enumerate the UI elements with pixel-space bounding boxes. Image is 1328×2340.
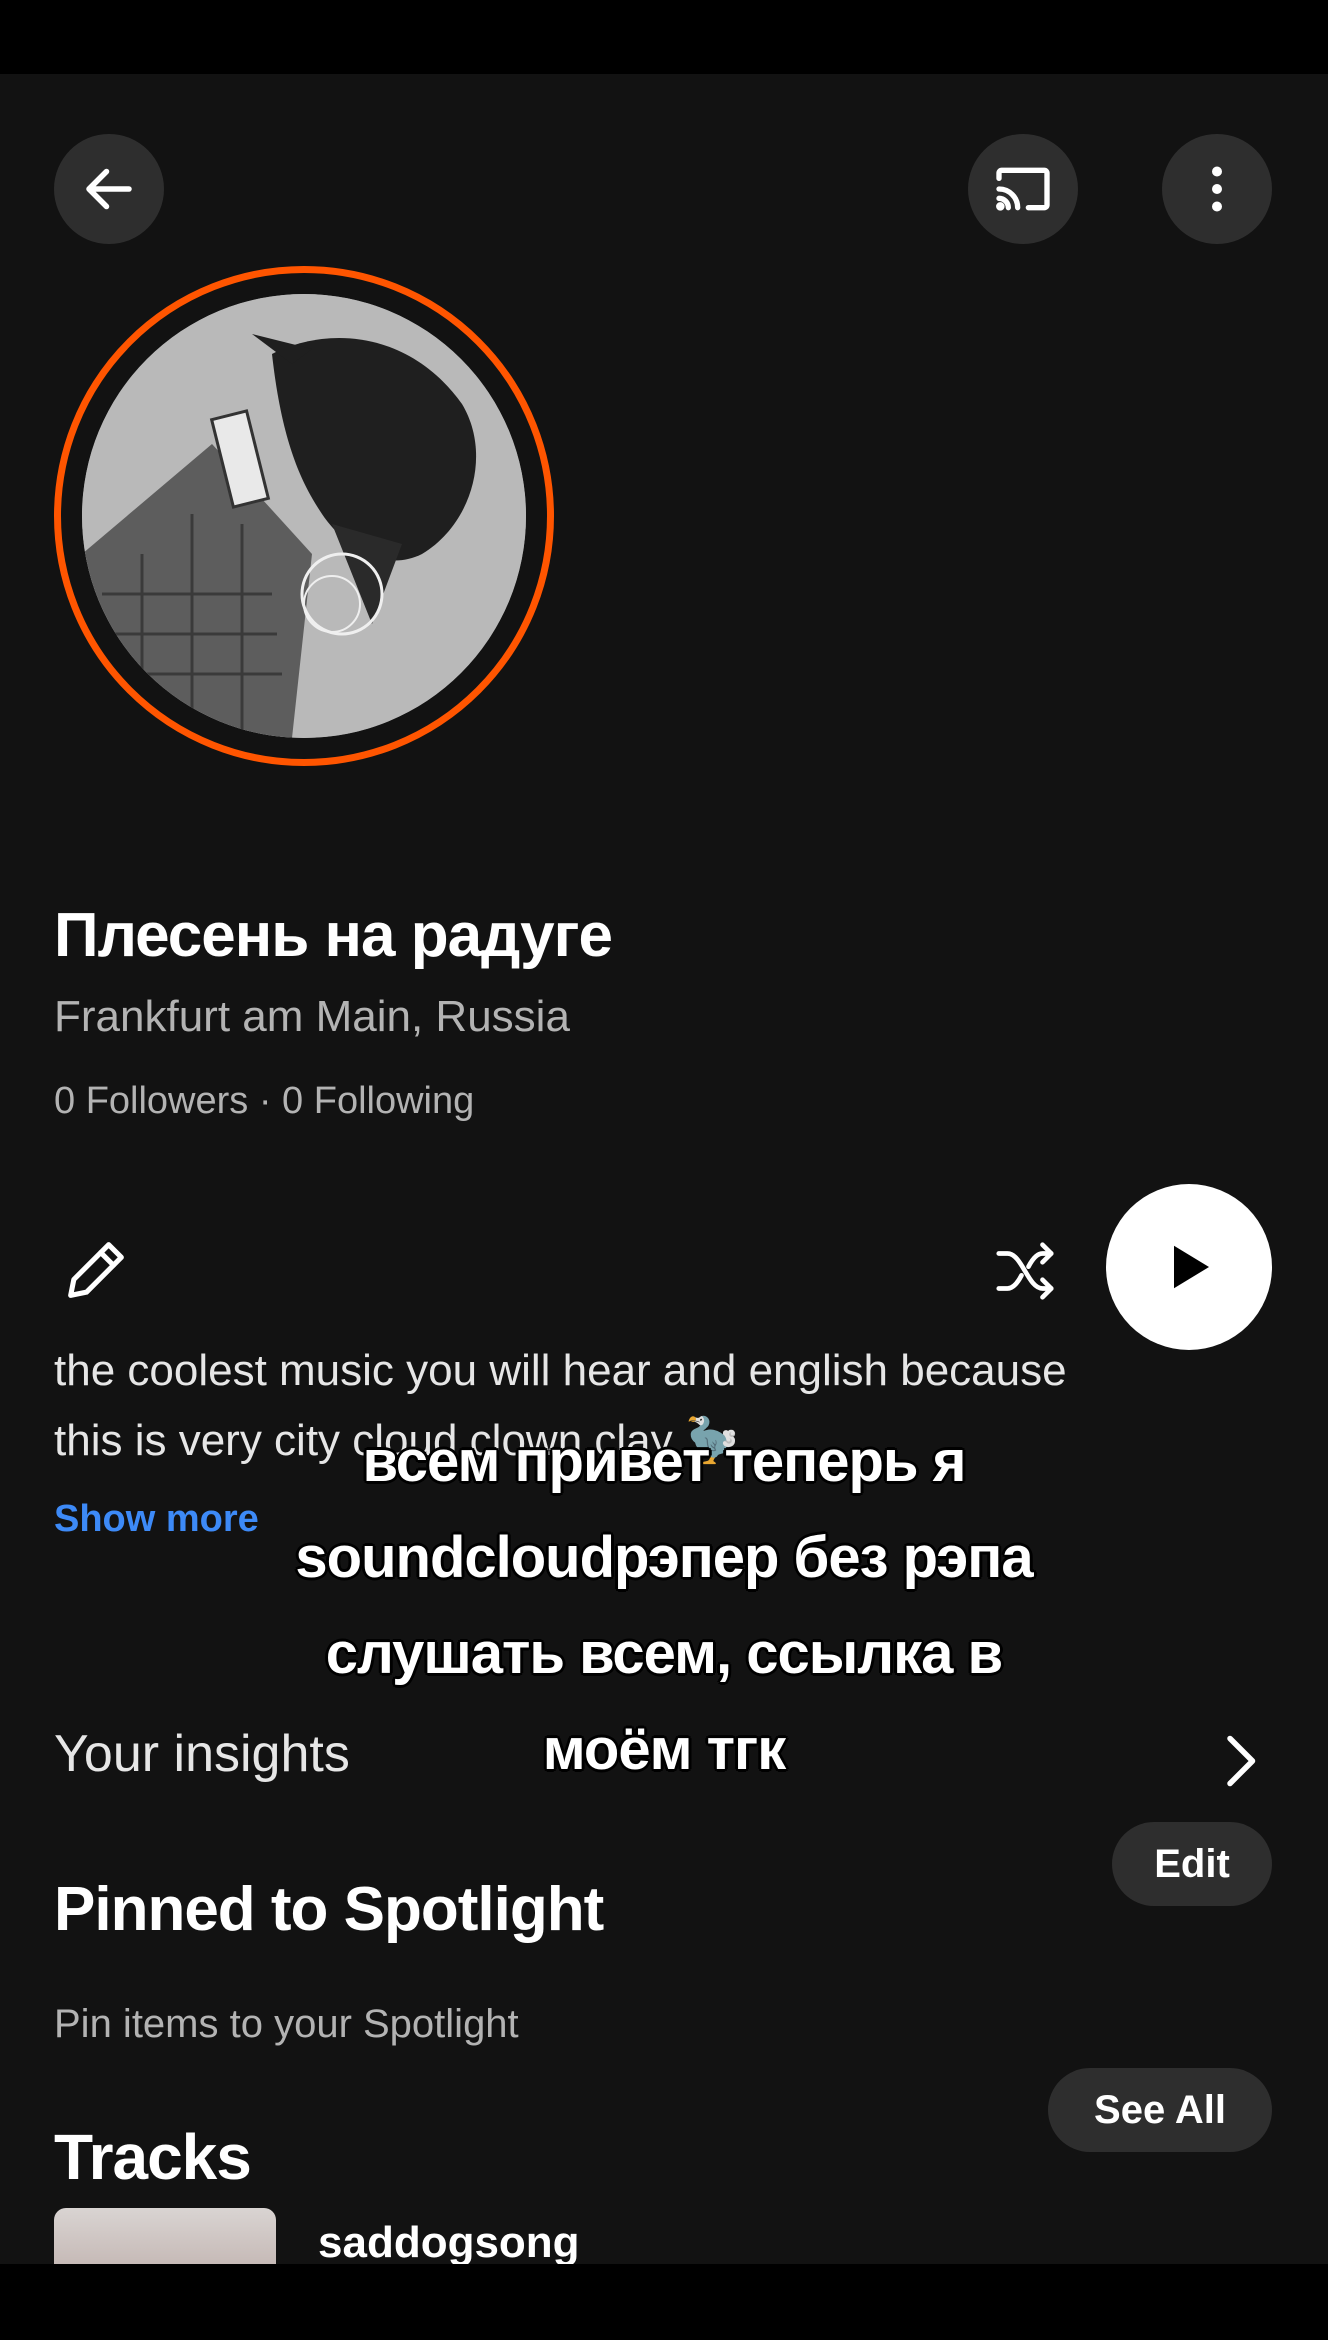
caption-line: всем привет теперь я: [362, 1429, 967, 1494]
caption-line: моём тгк: [542, 1717, 786, 1782]
avatar-image: [82, 294, 526, 738]
arrow-left-icon: [86, 168, 132, 210]
follow-stats[interactable]: 0 Followers · 0 Following: [54, 1080, 474, 1123]
spotlight-edit-button[interactable]: Edit: [1112, 1822, 1272, 1906]
bio-line: the coolest music you will hear and engl…: [54, 1346, 1067, 1395]
more-options-button[interactable]: [1162, 134, 1272, 244]
profile-name: Плесень на радуге: [54, 901, 613, 970]
profile-location: Frankfurt am Main, Russia: [54, 992, 570, 1041]
profile-screen: Плесень на радуге Frankfurt am Main, Rus…: [0, 74, 1328, 2264]
play-button[interactable]: [1106, 1184, 1272, 1350]
spotlight-title: Pinned to Spotlight: [54, 1875, 604, 1944]
avatar[interactable]: [54, 266, 554, 766]
video-caption-overlay: всем привет теперь я soundcloudрэпер без…: [164, 1414, 1164, 1798]
more-vertical-icon: [1212, 166, 1222, 212]
spotlight-subtitle: Pin items to your Spotlight: [54, 2002, 519, 2046]
caption-line: soundcloudрэпер без рэпа: [295, 1525, 1033, 1590]
track-artwork[interactable]: [54, 2208, 276, 2264]
cast-button[interactable]: [968, 134, 1078, 244]
back-button[interactable]: [54, 134, 164, 244]
see-all-tracks-button[interactable]: See All: [1048, 2068, 1272, 2152]
tracks-title: Tracks: [54, 2121, 252, 2193]
play-icon: [1174, 1245, 1209, 1289]
cast-icon: [996, 167, 1050, 211]
shuffle-button[interactable]: [990, 1236, 1060, 1306]
caption-line: слушать всем, ссылка в: [325, 1621, 1003, 1686]
chevron-right-icon: [1227, 1735, 1256, 1787]
shuffle-icon: [996, 1242, 1054, 1300]
track-title[interactable]: saddogsong: [318, 2218, 580, 2264]
edit-profile-button[interactable]: [58, 1232, 134, 1308]
pencil-icon: [68, 1242, 124, 1298]
